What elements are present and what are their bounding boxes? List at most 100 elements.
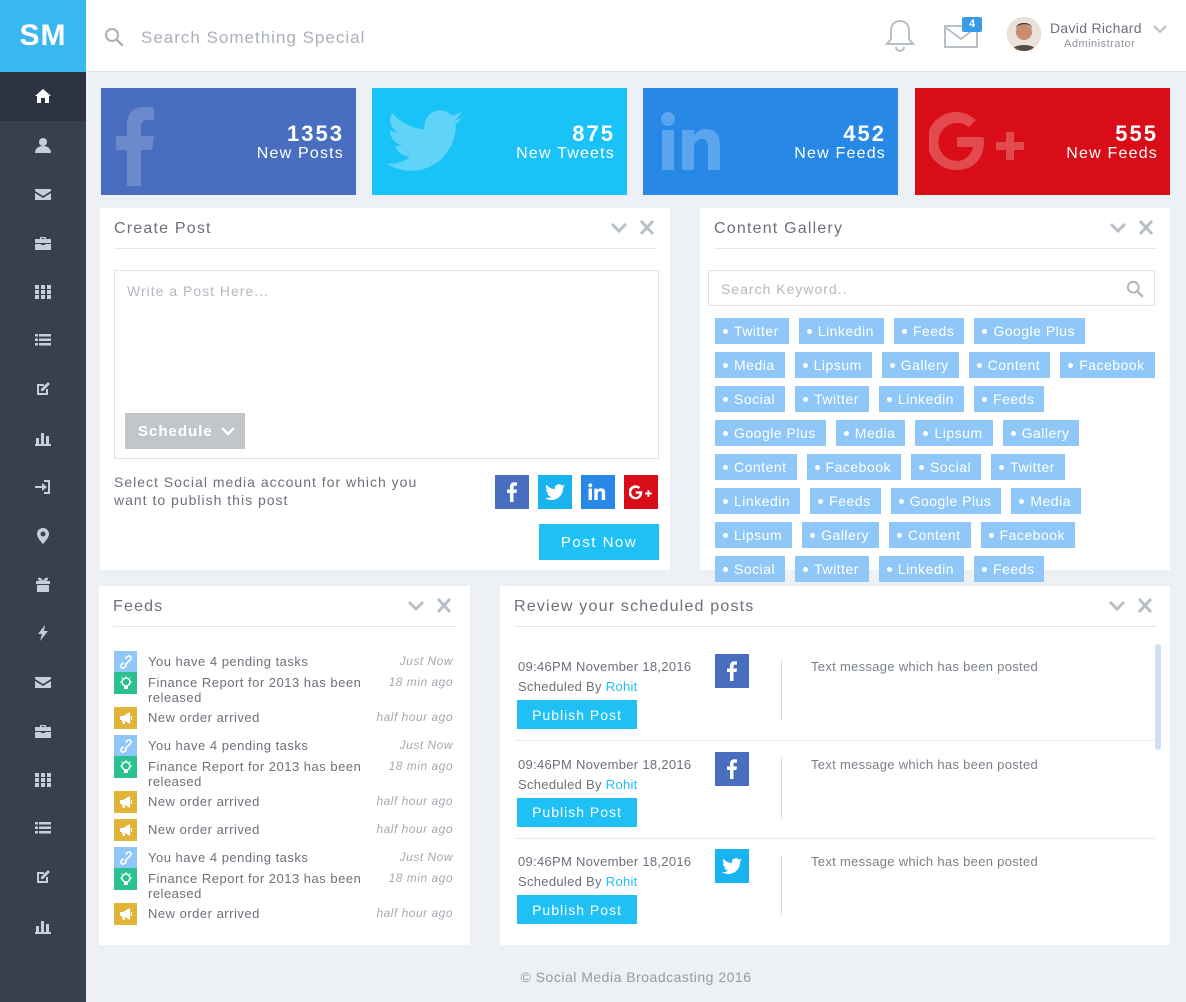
search-input[interactable]: Search Something Special [141, 28, 365, 48]
chevron-down-icon[interactable] [1153, 24, 1167, 34]
chevron-down-icon[interactable] [1108, 598, 1126, 614]
stat-card-linkedin[interactable]: 452 New Feeds [643, 88, 898, 195]
gallery-search-input[interactable]: Search Keyword.. [708, 270, 1155, 306]
scheduled-date: 09:46PM November 18,2016 [518, 854, 692, 869]
tag-linkedin[interactable]: Linkedin [878, 556, 965, 582]
tag-lipsum[interactable]: Lipsum [715, 522, 793, 548]
tag-media[interactable]: Media [1011, 488, 1081, 514]
tag-feeds[interactable]: Feeds [810, 488, 881, 514]
close-icon[interactable] [435, 598, 453, 614]
tag-content[interactable]: Content [968, 352, 1051, 378]
tag-gallery[interactable]: Gallery [802, 522, 879, 548]
chevron-down-icon[interactable] [610, 220, 628, 236]
tag-media[interactable]: Media [835, 420, 906, 446]
tag-media[interactable]: Media [715, 352, 785, 378]
facebook-icon [507, 482, 517, 502]
tag-feeds[interactable]: Feeds [893, 318, 965, 344]
tag-feeds[interactable]: Feeds [974, 556, 1045, 582]
tag-twitter[interactable]: Twitter [795, 556, 869, 582]
close-icon[interactable] [638, 220, 656, 236]
tag-linkedin[interactable]: Linkedin [715, 488, 801, 514]
tag-twitter[interactable]: Twitter [991, 454, 1065, 480]
post-textarea[interactable]: Write a Post Here... Schedule [114, 270, 659, 459]
chevron-down-icon[interactable] [407, 598, 425, 614]
tag-google-plus[interactable]: Google Plus [890, 488, 1002, 514]
sidebar-item-envelope[interactable] [0, 658, 86, 707]
tag-content[interactable]: Content [889, 522, 971, 548]
tag-gallery[interactable]: Gallery [881, 352, 959, 378]
chevron-down-icon[interactable] [1109, 220, 1127, 236]
avatar[interactable] [1007, 17, 1041, 51]
tag-content[interactable]: Content [715, 454, 797, 480]
stat-card-facebook[interactable]: 1353 New Posts [101, 88, 356, 195]
sidebar-item-sign-in[interactable] [0, 462, 86, 511]
search-icon[interactable] [104, 27, 124, 47]
schedule-button[interactable]: Schedule [125, 413, 245, 449]
twitter-select-button[interactable] [538, 475, 572, 509]
sidebar-item-home[interactable] [0, 72, 86, 121]
tag-facebook[interactable]: Facebook [806, 454, 902, 480]
scrollbar[interactable] [1155, 644, 1161, 750]
sidebar-item-bar-chart[interactable] [0, 414, 86, 463]
tag-label: Media [734, 357, 775, 373]
scheduled-by-name[interactable]: Rohit [606, 874, 638, 889]
tag-social[interactable]: Social [911, 454, 982, 480]
sidebar-item-list[interactable] [0, 804, 86, 853]
bullet-icon [723, 532, 728, 538]
sidebar-item-briefcase[interactable] [0, 218, 86, 267]
bullet-icon [723, 396, 728, 402]
tag-twitter[interactable]: Twitter [795, 386, 869, 412]
tag-facebook[interactable]: Facebook [980, 522, 1076, 548]
sidebar-item-bar-chart[interactable] [0, 902, 86, 951]
stat-card-twitter[interactable]: 875 New Tweets [372, 88, 627, 195]
facebook-select-button[interactable] [495, 475, 529, 509]
bell-icon[interactable] [884, 18, 916, 52]
sidebar-item-grid[interactable] [0, 267, 86, 316]
sidebar-item-briefcase[interactable] [0, 706, 86, 755]
post-now-button[interactable]: Post Now [539, 524, 659, 560]
bullet-icon [843, 430, 849, 436]
tag-lipsum[interactable]: Lipsum [794, 352, 872, 378]
tag-gallery[interactable]: Gallery [1002, 420, 1080, 446]
stat-card-google-plus[interactable]: 555 New Feeds [915, 88, 1170, 195]
tag-twitter[interactable]: Twitter [715, 318, 789, 344]
tag-social[interactable]: Social [715, 556, 786, 582]
tag-feeds[interactable]: Feeds [974, 386, 1045, 412]
tag-linkedin[interactable]: Linkedin [798, 318, 884, 344]
tag-linkedin[interactable]: Linkedin [878, 386, 965, 412]
sidebar-item-map-marker[interactable] [0, 511, 86, 560]
publish-post-button[interactable]: Publish Post [517, 797, 637, 827]
publish-post-button[interactable]: Publish Post [517, 700, 637, 729]
link-icon [114, 651, 137, 673]
tag-facebook[interactable]: Facebook [1060, 352, 1155, 378]
bullet-icon [814, 464, 820, 470]
search-icon[interactable] [1126, 280, 1144, 298]
app-logo[interactable]: SM [0, 0, 86, 72]
sidebar-item-edit[interactable] [0, 853, 86, 902]
sidebar-item-grid[interactable] [0, 755, 86, 804]
tag-google-plus[interactable]: Google Plus [974, 318, 1086, 344]
sidebar-item-user[interactable] [0, 121, 86, 170]
sidebar-item-gift[interactable] [0, 560, 86, 609]
publish-post-button[interactable]: Publish Post [517, 895, 637, 924]
user-icon [35, 138, 51, 154]
bullet-icon [976, 362, 982, 368]
scheduled-by-label: Scheduled By [518, 776, 602, 792]
sidebar-item-envelope[interactable] [0, 170, 86, 219]
scheduled-by-name[interactable]: Rohit [606, 777, 638, 792]
linkedin-select-button[interactable] [581, 475, 615, 509]
sidebar-item-bolt[interactable] [0, 609, 86, 658]
scheduled-by-name[interactable]: Rohit [606, 679, 638, 694]
lightbulb-icon [114, 672, 137, 694]
user-name[interactable]: David Richard [1050, 20, 1142, 36]
scheduled-date: 09:46PM November 18,2016 [518, 659, 692, 674]
tag-social[interactable]: Social [715, 386, 786, 412]
tag-lipsum[interactable]: Lipsum [915, 420, 993, 446]
google-plus-select-button[interactable] [624, 475, 658, 509]
sidebar-item-list[interactable] [0, 316, 86, 365]
tag-google-plus[interactable]: Google Plus [715, 420, 826, 446]
close-icon[interactable] [1136, 598, 1154, 614]
feed-time: 18 min ago [388, 759, 453, 773]
close-icon[interactable] [1137, 220, 1155, 236]
sidebar-item-edit[interactable] [0, 365, 86, 414]
